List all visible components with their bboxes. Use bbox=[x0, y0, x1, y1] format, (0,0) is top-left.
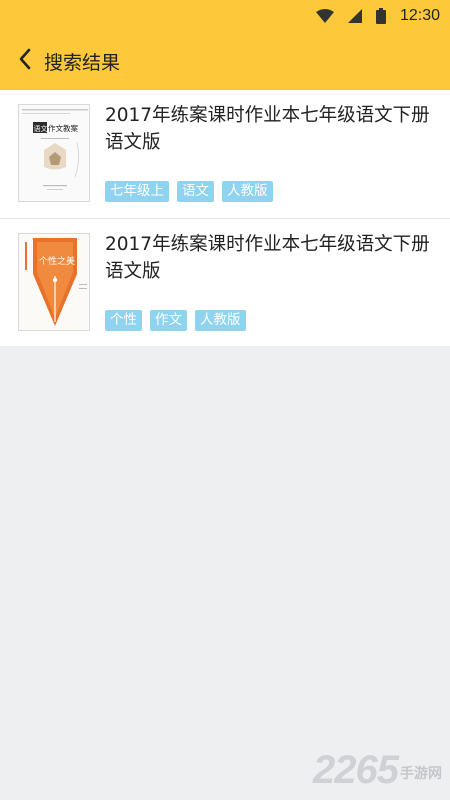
battery-icon bbox=[375, 8, 386, 24]
app-bar: 搜索结果 bbox=[0, 32, 450, 90]
results-list: 语文 作文教案 2017年练案课时作业本七年级语文下册语文版 七年级上 语文 人… bbox=[0, 90, 450, 346]
tag-edition: 人教版 bbox=[222, 181, 273, 202]
status-time: 12:30 bbox=[399, 7, 440, 24]
tag-subject: 作文 bbox=[150, 310, 187, 331]
list-item[interactable]: 个性之美 2017年练案课时作业本七年级语文下册语文版 个性 作文 人教版 bbox=[0, 218, 450, 346]
watermark-text: 手游网 bbox=[400, 766, 442, 782]
page-title: 搜索结果 bbox=[44, 51, 121, 74]
book-cover-image: 语文 作文教案 bbox=[18, 104, 90, 202]
book-title: 2017年练案课时作业本七年级语文下册语文版 bbox=[105, 234, 430, 282]
chevron-left-icon bbox=[18, 48, 32, 74]
tag-topic: 个性 bbox=[105, 310, 142, 331]
cover-heading-text: 个性之美 bbox=[39, 255, 75, 267]
tag-subject: 语文 bbox=[177, 181, 214, 202]
status-bar: 12:30 bbox=[0, 0, 450, 32]
cover-heading-text: 作文教案 bbox=[48, 123, 78, 133]
tag-list: 个性 作文 人教版 bbox=[105, 310, 246, 331]
signal-icon bbox=[347, 9, 362, 23]
list-item[interactable]: 语文 作文教案 2017年练案课时作业本七年级语文下册语文版 七年级上 语文 人… bbox=[0, 90, 450, 218]
watermark-logo: 2265 手游网 bbox=[313, 750, 442, 790]
tag-edition: 人教版 bbox=[195, 310, 246, 331]
tag-list: 七年级上 语文 人教版 bbox=[105, 181, 273, 202]
cover-badge-text: 语文 bbox=[34, 124, 48, 133]
book-cover-image: 个性之美 bbox=[18, 233, 90, 331]
book-title: 2017年练案课时作业本七年级语文下册语文版 bbox=[105, 105, 430, 153]
wifi-icon bbox=[315, 9, 334, 23]
watermark-number: 2265 bbox=[313, 748, 399, 792]
tag-grade: 七年级上 bbox=[105, 181, 169, 202]
back-button[interactable] bbox=[0, 32, 44, 90]
